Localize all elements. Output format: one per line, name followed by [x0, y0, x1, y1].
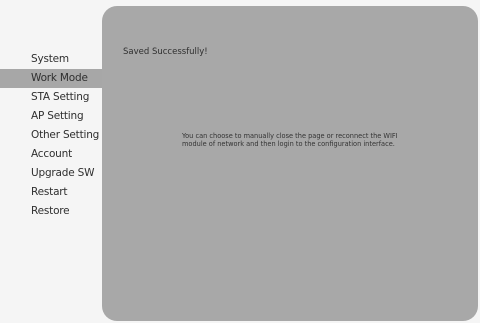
sidebar-item-sta-setting[interactable]: STA Setting [0, 88, 104, 107]
info-text: You can choose to manually close the pag… [182, 132, 398, 148]
sidebar-item-restart[interactable]: Restart [0, 183, 104, 202]
sidebar-item-work-mode[interactable]: Work Mode [0, 69, 104, 88]
sidebar-item-upgrade-sw[interactable]: Upgrade SW [0, 164, 104, 183]
sidebar-item-restore[interactable]: Restore [0, 202, 104, 221]
content-panel: Saved Successfully! You can choose to ma… [102, 6, 478, 321]
sidebar-menu: System Work Mode STA Setting AP Setting … [0, 50, 104, 221]
sidebar: System Work Mode STA Setting AP Setting … [0, 0, 104, 323]
sidebar-item-account[interactable]: Account [0, 145, 104, 164]
sidebar-item-system[interactable]: System [0, 50, 104, 69]
status-message: Saved Successfully! [123, 47, 208, 57]
sidebar-item-other-setting[interactable]: Other Setting [0, 126, 104, 145]
sidebar-item-ap-setting[interactable]: AP Setting [0, 107, 104, 126]
